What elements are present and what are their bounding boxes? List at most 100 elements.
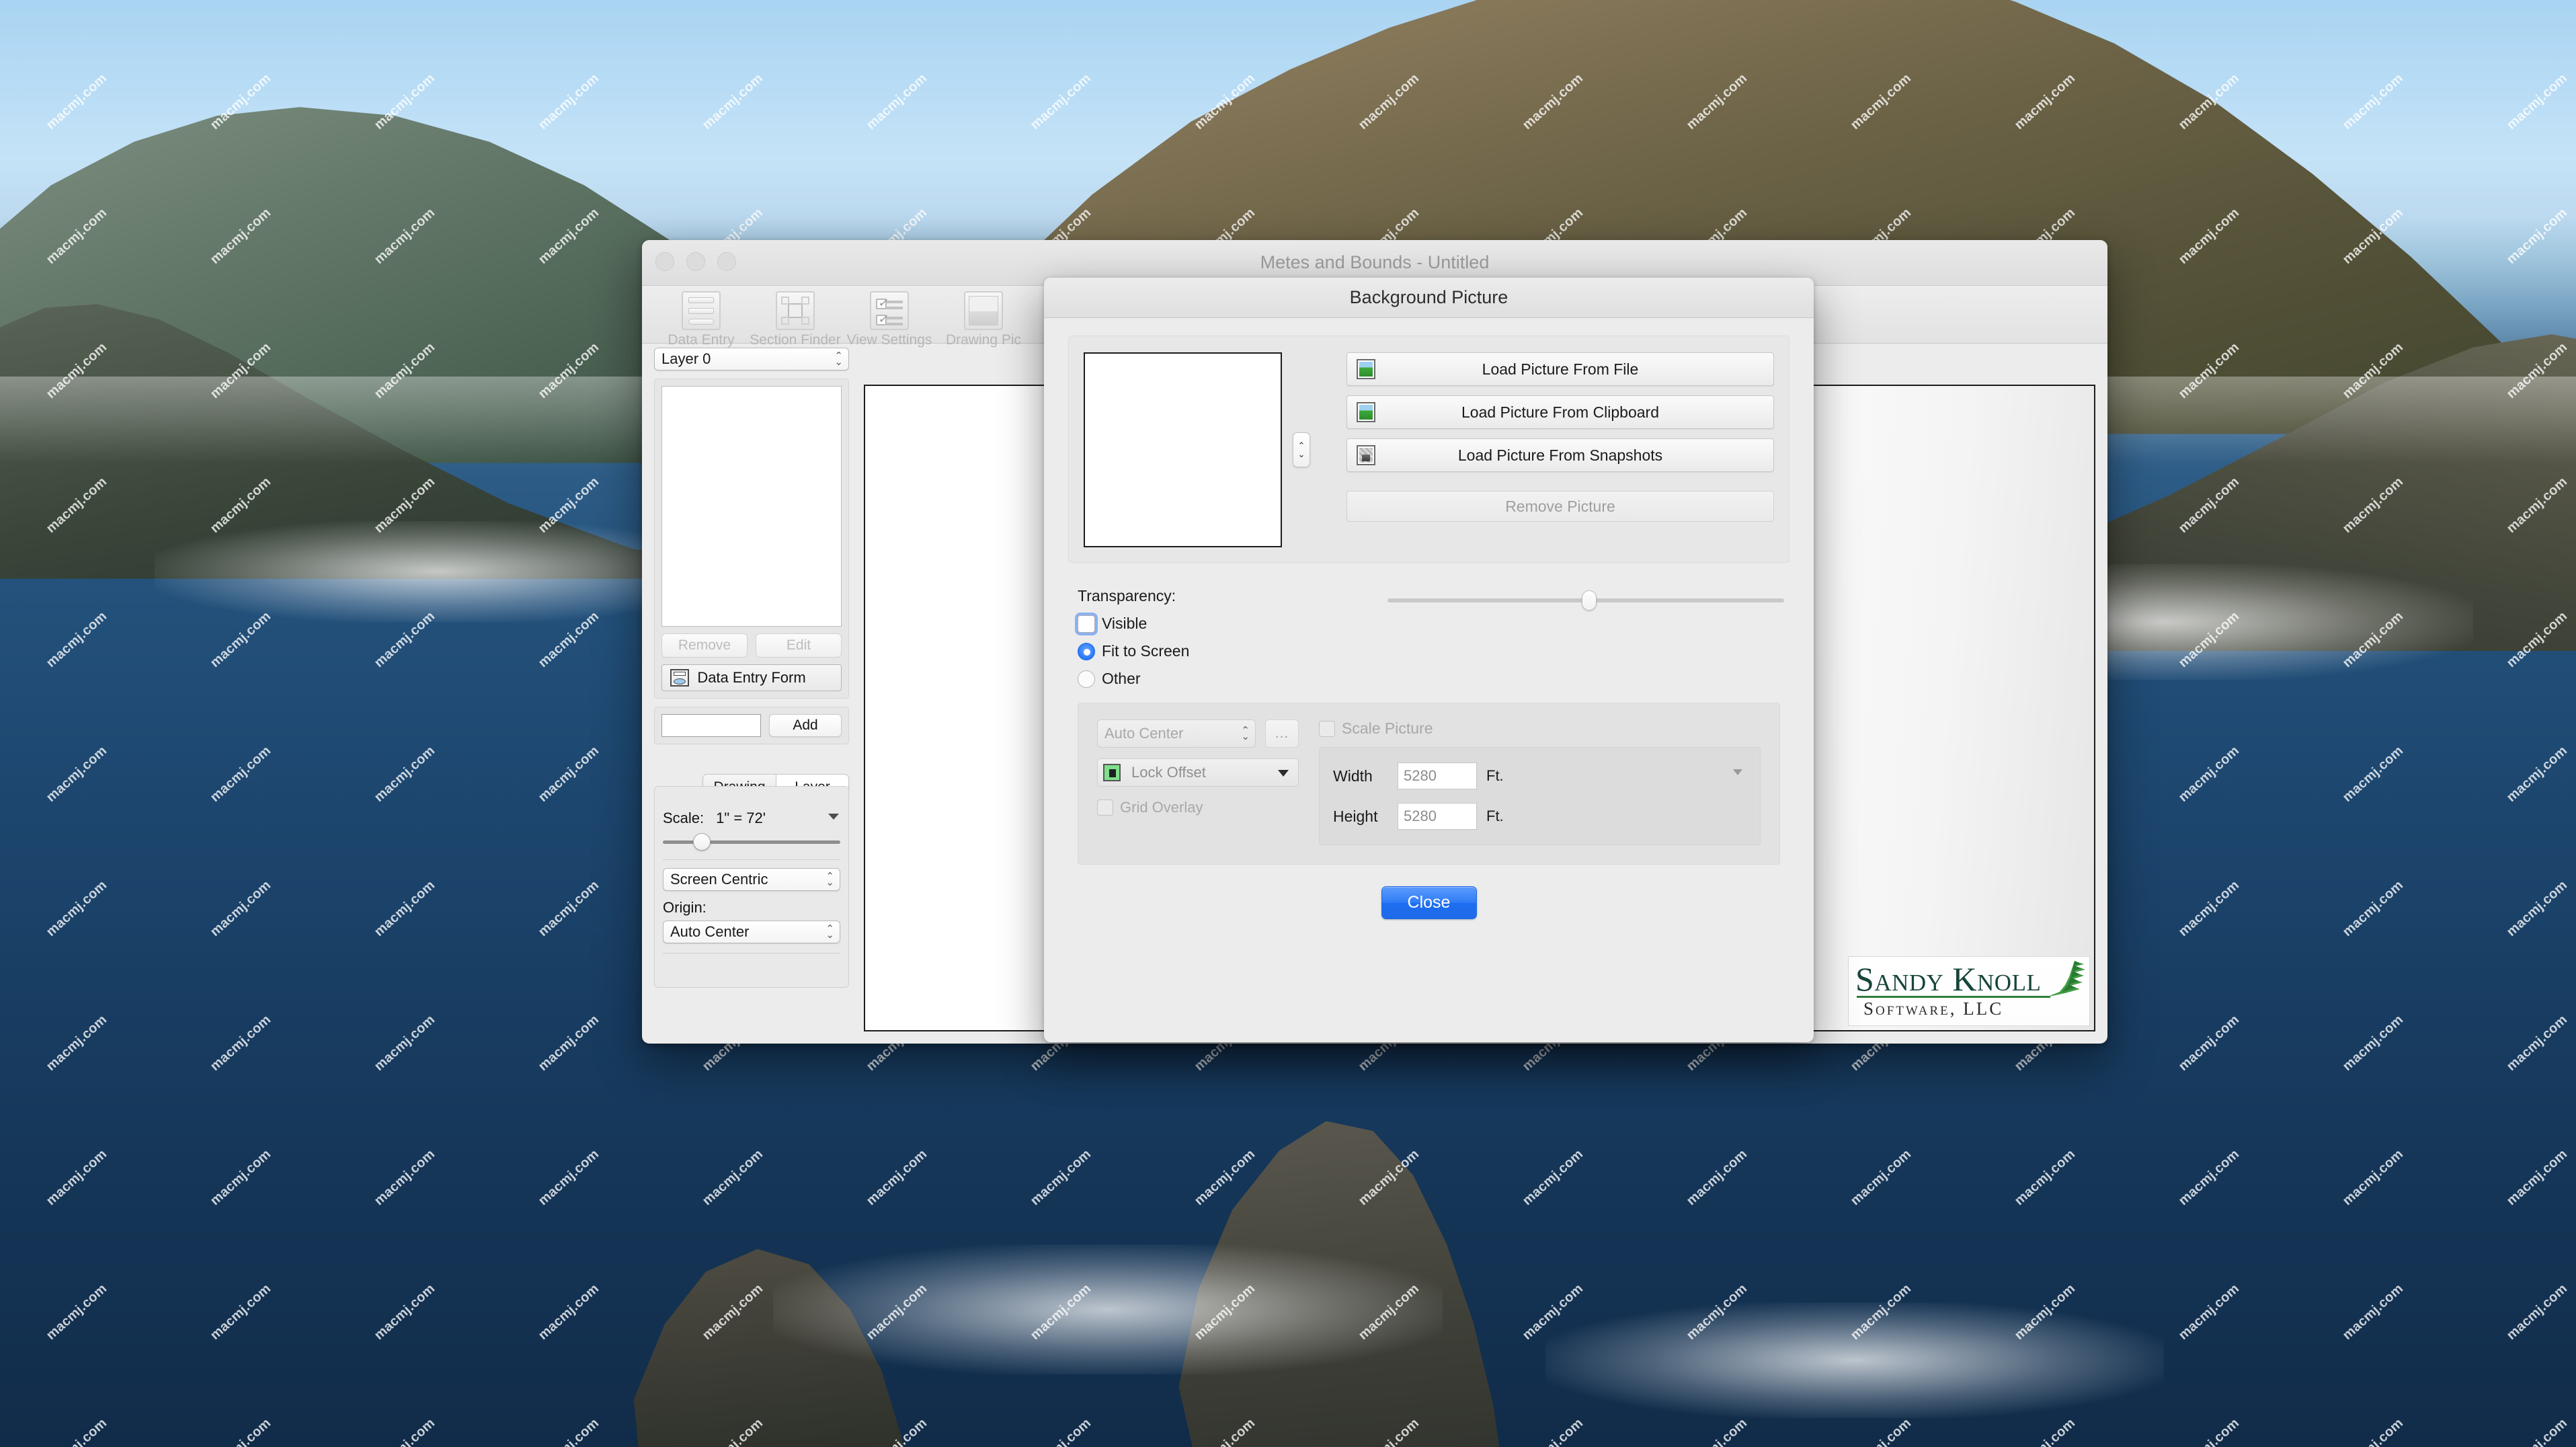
toolbar-item-view-settings[interactable]: View Settings: [836, 291, 943, 348]
layer-list-panel: Remove Edit Data Entry Form: [654, 379, 849, 699]
lock-offset-label: Lock Offset: [1131, 764, 1206, 781]
watermark-text: macmj.com: [2339, 71, 2407, 133]
view-mode-select[interactable]: Screen Centric ⌃ ⌄: [663, 868, 840, 891]
layer-select[interactable]: Layer 0 ⌃ ⌄: [654, 348, 849, 370]
new-layer-input[interactable]: [661, 714, 761, 737]
background-picture-dialog: Background Picture ⌃ ⌄ Load Picture From…: [1044, 278, 1814, 1042]
tree-icon: [2046, 961, 2085, 997]
view-settings-icon: [870, 291, 909, 330]
visible-checkbox[interactable]: [1078, 615, 1095, 633]
layer-listbox[interactable]: [661, 386, 842, 627]
watermark-text: macmj.com: [2175, 1281, 2243, 1343]
lock-icon: [1103, 764, 1121, 781]
slider-thumb[interactable]: [1582, 590, 1597, 611]
watermark-text: macmj.com: [207, 1012, 274, 1074]
load-picture-from-clipboard-button[interactable]: Load Picture From Clipboard: [1346, 395, 1774, 429]
chevron-down-icon[interactable]: ⌄: [1298, 450, 1305, 459]
scale-row[interactable]: Scale: 1" = 72': [663, 810, 840, 827]
load-from-clipboard-label: Load Picture From Clipboard: [1461, 403, 1660, 421]
watermark-text: macmj.com: [371, 1012, 438, 1074]
layer-tab-panel: Scale: 1" = 72' Screen Centric ⌃ ⌄ Origin…: [654, 786, 849, 988]
drawing-picture-icon: [964, 291, 1003, 330]
watermark-text: macmj.com: [1027, 1281, 1094, 1343]
watermark-text: macmj.com: [535, 71, 602, 133]
placement-options-group: Auto Center ⌃ ⌄ ... Lock Offset Grid Over…: [1078, 703, 1780, 865]
watermark-text: macmj.com: [535, 1012, 602, 1074]
watermark-text: macmj.com: [1027, 1415, 1094, 1447]
logo-line-1: Sandy Knoll: [1855, 960, 2042, 998]
watermark-text: macmj.com: [2339, 1415, 2407, 1447]
logo-rule: [1857, 996, 2050, 998]
scale-slider[interactable]: [663, 833, 840, 851]
watermark-text: macmj.com: [2503, 205, 2571, 268]
section-finder-icon: [776, 291, 815, 330]
slider-track: [663, 840, 840, 844]
remove-picture-button[interactable]: Remove Picture: [1346, 491, 1774, 522]
divider: [663, 859, 840, 860]
toolbar-item-section-finder[interactable]: Section Finder: [741, 291, 849, 348]
watermark-text: macmj.com: [1847, 1281, 1915, 1343]
watermark-text: macmj.com: [2503, 1012, 2571, 1074]
visible-checkbox-row[interactable]: Visible: [1078, 615, 1789, 633]
scale-picture-label: Scale Picture: [1342, 719, 1433, 737]
origin-select[interactable]: Auto Center ⌃ ⌄: [663, 921, 840, 943]
watermark-text: macmj.com: [2175, 1146, 2243, 1209]
load-from-file-label: Load Picture From File: [1482, 360, 1639, 378]
watermark-text: macmj.com: [207, 1146, 274, 1209]
dialog-title: Background Picture: [1044, 278, 1814, 318]
logo-line-2: Software, LLC: [1863, 999, 2004, 1019]
watermark-text: macmj.com: [371, 1281, 438, 1343]
data-entry-form-button[interactable]: Data Entry Form: [661, 664, 842, 691]
transparency-slider[interactable]: [1387, 590, 1784, 611]
chevron-down-icon: [1278, 770, 1289, 777]
close-button[interactable]: Close: [1381, 886, 1477, 919]
placement-select[interactable]: Auto Center ⌃ ⌄: [1097, 719, 1256, 748]
watermark-text: macmj.com: [2175, 877, 2243, 940]
watermark-text: macmj.com: [2503, 877, 2571, 940]
height-input[interactable]: 5280: [1398, 803, 1477, 830]
scale-label: Scale:: [663, 810, 705, 826]
picture-top-row: ⌃ ⌄ Load Picture From File Load Picture …: [1084, 352, 1774, 547]
other-radio-row[interactable]: Other: [1078, 670, 1789, 688]
add-button[interactable]: Add: [769, 714, 842, 737]
remove-button[interactable]: Remove: [661, 633, 748, 658]
watermark-text: macmj.com: [1683, 1415, 1750, 1447]
other-radio[interactable]: [1078, 670, 1095, 688]
scale-picture-row[interactable]: Scale Picture: [1319, 719, 1761, 738]
edit-button[interactable]: Edit: [756, 633, 842, 658]
watermark-text: macmj.com: [535, 1415, 602, 1447]
watermark-text: macmj.com: [1683, 1281, 1750, 1343]
slider-thumb[interactable]: [692, 833, 711, 851]
sidebar: Layer 0 ⌃ ⌄ Remove Edit Data Entry Form A…: [654, 348, 849, 1027]
load-buttons-column: Load Picture From File Load Picture From…: [1321, 352, 1774, 547]
surf-spray: [1545, 1302, 2164, 1418]
unit-chevron-down-icon[interactable]: [1733, 769, 1742, 775]
toolbar-item-data-entry[interactable]: Data Entry: [647, 291, 755, 348]
picture-preview[interactable]: [1084, 352, 1282, 547]
fit-to-screen-radio-row[interactable]: Fit to Screen: [1078, 642, 1789, 660]
width-input[interactable]: 5280: [1398, 762, 1477, 789]
sidebar-tab-section: Drawing Layer Scale: 1" = 72' Screen Cen…: [654, 774, 849, 996]
load-from-snapshots-label: Load Picture From Snapshots: [1457, 446, 1663, 464]
load-picture-from-snapshots-button[interactable]: Load Picture From Snapshots: [1346, 438, 1774, 472]
preview-stepper[interactable]: ⌃ ⌄: [1293, 432, 1310, 467]
watermark-text: macmj.com: [863, 71, 930, 133]
watermark-text: macmj.com: [699, 1146, 766, 1209]
grid-overlay-checkbox[interactable]: [1097, 799, 1113, 816]
watermark-text: macmj.com: [2339, 1281, 2407, 1343]
fit-to-screen-radio[interactable]: [1078, 642, 1095, 660]
toolbar-item-drawing-picture[interactable]: Drawing Pic: [930, 291, 1037, 348]
dimensions-box: Width 5280 Ft. Height 5280 Ft.: [1319, 747, 1761, 845]
toolbar-label: View Settings: [846, 332, 932, 348]
lock-offset-select[interactable]: Lock Offset: [1097, 758, 1299, 787]
load-picture-from-file-button[interactable]: Load Picture From File: [1346, 352, 1774, 386]
watermark-text: macmj.com: [2011, 1281, 2079, 1343]
add-layer-row: Add: [654, 707, 849, 744]
chevron-updown-icon: ⌃ ⌄: [826, 923, 834, 941]
scale-picture-checkbox[interactable]: [1319, 720, 1335, 737]
grid-overlay-row[interactable]: Grid Overlay: [1097, 799, 1299, 816]
dialog-footer: Close: [1068, 886, 1789, 919]
browse-button[interactable]: ...: [1265, 719, 1299, 748]
watermark-text: macmj.com: [1027, 71, 1094, 133]
chevron-down-icon[interactable]: [828, 814, 839, 820]
